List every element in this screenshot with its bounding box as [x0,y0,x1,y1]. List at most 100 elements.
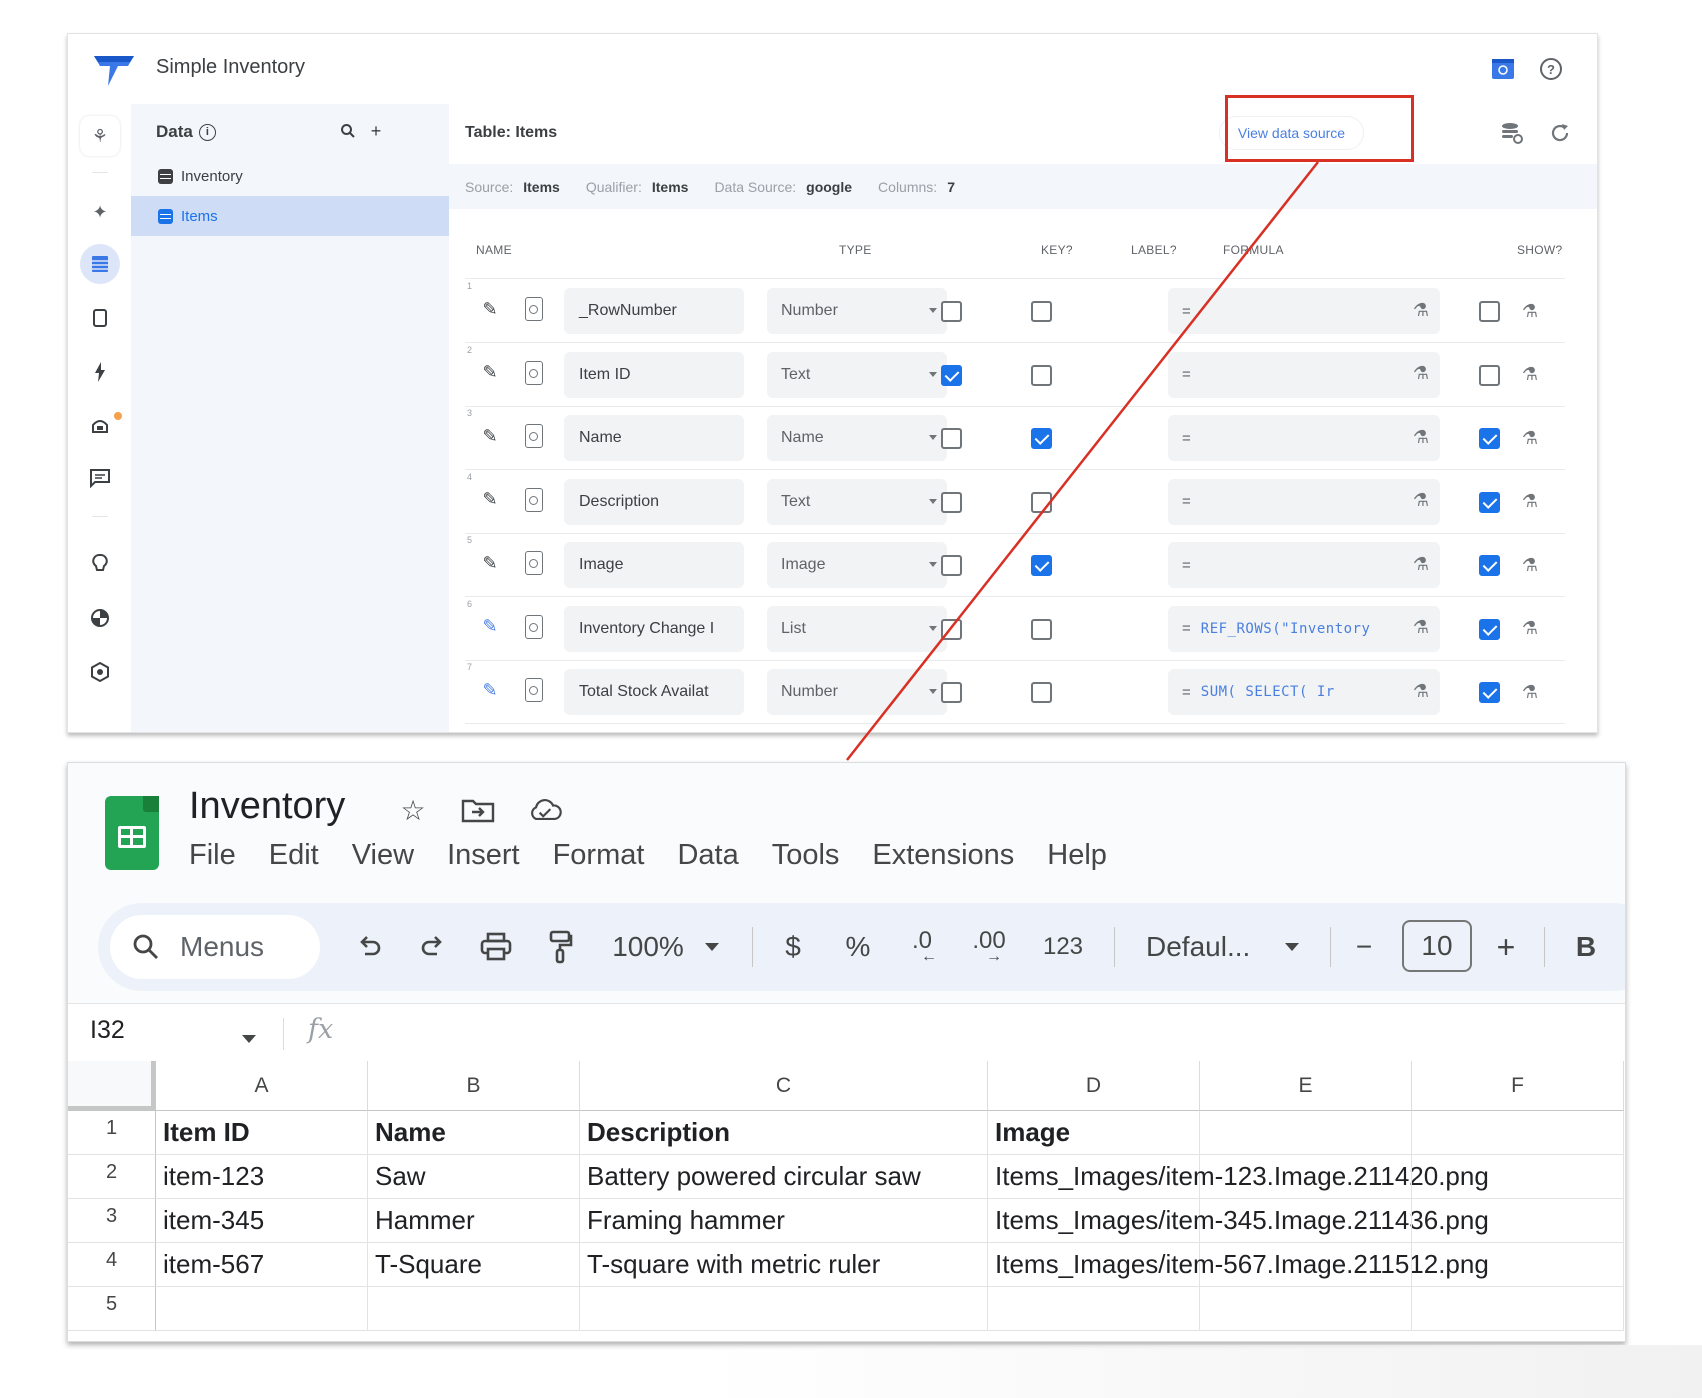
column-type-select[interactable]: Image [767,542,947,588]
cell[interactable] [1412,1111,1624,1155]
redo-icon[interactable] [410,925,454,969]
show-checkbox[interactable] [1479,491,1500,513]
cell[interactable]: T-square with metric ruler [580,1243,988,1287]
column-name-field[interactable]: Item ID [564,351,744,398]
zoom-dropdown-icon[interactable] [698,925,726,969]
column-header-b[interactable]: B [368,1061,580,1111]
show-formula-icon[interactable]: ⚗ [1521,301,1539,321]
show-checkbox[interactable] [1479,428,1500,449]
search-icon[interactable] [337,120,359,142]
show-formula-icon[interactable]: ⚗ [1521,618,1539,639]
help-icon[interactable]: ? [1536,54,1566,84]
cell[interactable]: Name [368,1111,580,1155]
info-icon[interactable]: i [198,123,216,141]
show-checkbox[interactable] [1479,618,1500,640]
key-checkbox[interactable] [941,428,962,449]
percent-format-button[interactable]: % [838,925,878,969]
show-checkbox[interactable] [1479,301,1500,322]
cell[interactable]: Items_Images/item-123.Image.211420.png [988,1155,1489,1199]
add-table-icon[interactable]: + [365,120,387,142]
edit-pencil-icon[interactable]: ✎ [479,362,501,384]
column-type-select[interactable]: Text [767,478,947,525]
cell[interactable]: item-567 [156,1243,368,1287]
cell[interactable]: Hammer [368,1199,580,1243]
formula-test-icon[interactable]: ⚗ [1412,554,1430,574]
data-icon[interactable] [80,244,120,284]
row-header[interactable]: 3 [68,1199,156,1243]
actions-icon[interactable] [80,352,120,392]
menu-tools[interactable]: Tools [772,839,840,872]
column-header-e[interactable]: E [1200,1061,1412,1111]
row-header[interactable]: 5 [68,1287,156,1331]
search-menus-button[interactable]: Menus [110,915,320,979]
cell[interactable]: Framing hammer [580,1199,988,1243]
menu-format[interactable]: Format [553,839,645,872]
cell[interactable] [1412,1199,1624,1243]
security-icon[interactable] [80,598,120,638]
cell[interactable] [1412,1155,1624,1199]
cell[interactable] [1200,1155,1412,1199]
edit-pencil-icon[interactable]: ✎ [479,552,501,574]
key-checkbox[interactable] [941,682,962,703]
ideas-icon[interactable] [80,544,120,584]
views-icon[interactable] [80,298,120,338]
table-item-items[interactable]: Items [131,196,449,236]
column-preview-icon[interactable] [525,297,543,321]
cell[interactable]: Image [988,1111,1200,1155]
show-checkbox[interactable] [1479,555,1500,576]
key-checkbox[interactable] [941,491,962,513]
add-column-icon[interactable]: + [1593,118,1597,148]
name-box-dropdown-icon[interactable] [242,1030,256,1048]
table-item-inventory[interactable]: Inventory [131,156,449,196]
cell[interactable] [156,1287,368,1331]
formula-field[interactable]: = SUM( SELECT( Ir ⚗ [1168,669,1440,715]
column-preview-icon[interactable] [525,424,543,448]
show-formula-icon[interactable]: ⚗ [1521,364,1539,385]
cell[interactable] [368,1287,580,1331]
chat-icon[interactable] [80,458,120,498]
formula-test-icon[interactable]: ⚗ [1412,681,1430,701]
key-checkbox[interactable] [941,364,962,386]
edit-pencil-icon[interactable]: ✎ [479,616,501,638]
star-icon[interactable]: ☆ [396,793,430,827]
select-all-corner[interactable] [68,1061,156,1111]
cell[interactable]: Item ID [156,1111,368,1155]
cell[interactable]: Battery powered circular saw [580,1155,988,1199]
doc-title[interactable]: Inventory [189,785,345,828]
column-type-select[interactable]: Number [767,669,947,715]
label-checkbox[interactable] [1031,618,1052,640]
cell[interactable] [1412,1287,1624,1331]
cell[interactable]: Items_Images/item-345.Image.211436.png [988,1199,1489,1243]
menu-insert[interactable]: Insert [447,839,520,872]
column-type-select[interactable]: Number [767,288,947,334]
menu-help[interactable]: Help [1047,839,1107,872]
show-formula-icon[interactable]: ⚗ [1521,428,1539,448]
column-header-f[interactable]: F [1412,1061,1624,1111]
label-checkbox[interactable] [1031,428,1052,449]
show-checkbox[interactable] [1479,364,1500,386]
formula-test-icon[interactable]: ⚗ [1412,363,1430,384]
label-checkbox[interactable] [1031,491,1052,513]
move-folder-icon[interactable] [461,793,495,827]
column-type-select[interactable]: Name [767,415,947,461]
key-checkbox[interactable] [941,555,962,576]
column-name-field[interactable]: Description [564,478,744,525]
menu-extensions[interactable]: Extensions [872,839,1014,872]
cell[interactable] [1200,1243,1412,1287]
name-box[interactable]: I32 [90,1016,125,1045]
cell[interactable] [1412,1243,1624,1287]
menu-edit[interactable]: Edit [269,839,319,872]
column-name-field[interactable]: Inventory Change I [564,605,744,652]
column-name-field[interactable]: Image [564,542,744,588]
print-icon[interactable] [474,925,518,969]
formula-field[interactable]: = ⚗ [1168,288,1440,334]
column-preview-icon[interactable] [525,360,543,385]
currency-format-button[interactable]: $ [773,925,813,969]
show-formula-icon[interactable]: ⚗ [1521,555,1539,575]
edit-pencil-icon[interactable]: ✎ [479,679,501,701]
column-type-select[interactable]: Text [767,351,947,398]
font-dropdown-icon[interactable] [1278,925,1306,969]
cell[interactable]: item-345 [156,1199,368,1243]
bold-button[interactable]: B [1568,925,1604,969]
label-checkbox[interactable] [1031,364,1052,386]
